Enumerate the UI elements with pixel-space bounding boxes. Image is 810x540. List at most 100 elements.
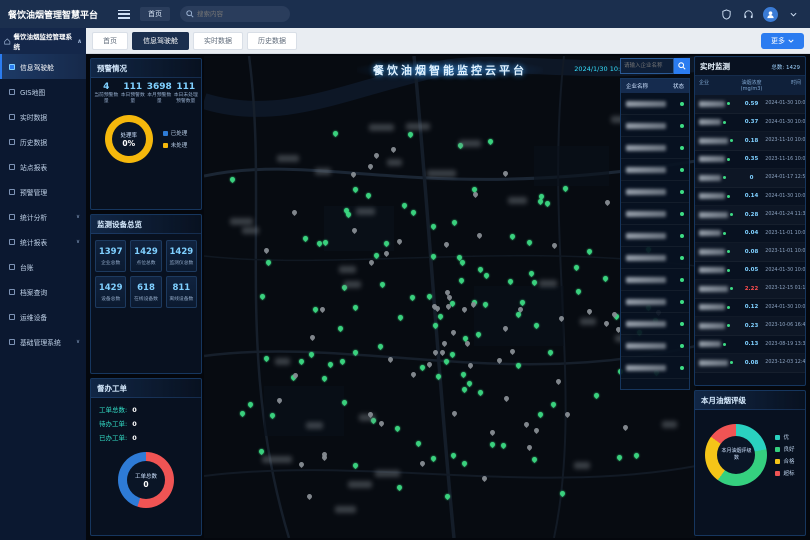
map-marker[interactable] — [558, 315, 565, 322]
sidebar-item[interactable]: 实时数据 — [0, 104, 86, 129]
map-marker[interactable] — [443, 241, 450, 248]
realtime-row[interactable]: 0.04 2023-11-01 10:02 — [695, 225, 805, 244]
map-marker[interactable] — [352, 462, 359, 469]
chevron-down-icon[interactable] — [786, 7, 800, 21]
map-marker[interactable] — [444, 493, 451, 500]
map-marker[interactable] — [558, 490, 565, 497]
map-marker[interactable] — [533, 322, 540, 329]
map-marker[interactable] — [397, 314, 404, 321]
map-marker[interactable] — [401, 202, 408, 209]
map-marker[interactable] — [633, 452, 640, 459]
map-marker[interactable] — [549, 401, 556, 408]
realtime-row[interactable]: 0.18 2023-11-10 10:05 — [695, 132, 805, 151]
map-marker[interactable] — [525, 444, 532, 451]
map-marker[interactable] — [247, 401, 254, 408]
map-marker[interactable] — [426, 361, 433, 368]
map-marker[interactable] — [451, 219, 458, 226]
realtime-row[interactable]: 2.22 2023-12-15 01:11:00 — [695, 280, 805, 299]
map-marker[interactable] — [379, 281, 386, 288]
map-marker[interactable] — [593, 392, 600, 399]
map-marker[interactable] — [466, 380, 473, 387]
map-marker[interactable] — [586, 248, 593, 255]
map-marker[interactable] — [265, 259, 272, 266]
company-row[interactable] — [621, 159, 689, 181]
map-marker[interactable] — [495, 357, 502, 364]
map-marker[interactable] — [483, 272, 490, 279]
map-marker[interactable] — [449, 351, 456, 358]
map-marker[interactable] — [302, 235, 309, 242]
page-tab[interactable]: 实时数据 — [193, 32, 243, 50]
map-marker[interactable] — [430, 223, 437, 230]
map-marker[interactable] — [319, 306, 326, 313]
headset-icon[interactable] — [741, 7, 755, 21]
home-breadcrumb-chip[interactable]: 首页 — [140, 7, 170, 21]
map-marker[interactable] — [451, 410, 458, 417]
sidebar-item[interactable]: 统计报表 ∨ — [0, 229, 86, 254]
sidebar-item[interactable]: 预警管理 — [0, 179, 86, 204]
global-search-input[interactable] — [197, 10, 284, 18]
map-marker[interactable] — [586, 308, 593, 315]
realtime-row[interactable]: 0.23 2023-10-06 16:46 — [695, 317, 805, 336]
map-marker[interactable] — [602, 275, 609, 282]
map-marker[interactable] — [351, 227, 358, 234]
map-marker[interactable] — [503, 395, 510, 402]
map-marker[interactable] — [373, 252, 380, 259]
realtime-row[interactable]: 0.08 2023-11-01 10:02 — [695, 243, 805, 262]
map-marker[interactable] — [564, 411, 571, 418]
sidebar-item[interactable]: 站点报表 — [0, 154, 86, 179]
company-row[interactable] — [621, 93, 689, 115]
map-marker[interactable] — [432, 322, 439, 329]
map-marker[interactable] — [263, 247, 270, 254]
map-marker[interactable] — [396, 484, 403, 491]
company-row[interactable] — [621, 247, 689, 269]
map-marker[interactable] — [482, 301, 489, 308]
map-marker[interactable] — [312, 306, 319, 313]
map-marker[interactable] — [396, 238, 403, 245]
map-marker[interactable] — [502, 325, 509, 332]
map-marker[interactable] — [352, 185, 359, 192]
map-marker[interactable] — [298, 461, 305, 468]
map-marker[interactable] — [477, 389, 484, 396]
map-marker[interactable] — [435, 373, 442, 380]
map-marker[interactable] — [309, 334, 316, 341]
map-marker[interactable] — [562, 185, 569, 192]
map-marker[interactable] — [461, 386, 468, 393]
more-button[interactable]: 更多 — [761, 33, 804, 49]
realtime-row[interactable]: 0.08 2023-12-03 12:47 — [695, 354, 805, 373]
realtime-row[interactable]: 0.05 2024-01-30 10:02 — [695, 262, 805, 281]
map-marker[interactable] — [450, 452, 457, 459]
map-marker[interactable] — [263, 355, 270, 362]
company-row[interactable] — [621, 291, 689, 313]
map-marker[interactable] — [489, 441, 496, 448]
map-marker[interactable] — [533, 426, 540, 433]
realtime-row[interactable]: 0.14 2024-01-30 10:02 — [695, 188, 805, 207]
map-marker[interactable] — [259, 293, 266, 300]
map-marker[interactable] — [409, 294, 416, 301]
sidebar-system-header[interactable]: 餐饮油烟监控管理系统 ∧ — [0, 28, 86, 54]
map-marker[interactable] — [415, 440, 422, 447]
map-marker[interactable] — [368, 259, 375, 266]
map-marker[interactable] — [555, 378, 562, 385]
map-marker[interactable] — [364, 192, 371, 199]
map-marker[interactable] — [500, 442, 507, 449]
map-marker[interactable] — [437, 313, 444, 320]
sidebar-item[interactable]: 基础管理系统 ∨ — [0, 329, 86, 354]
map-marker[interactable] — [377, 343, 384, 350]
company-row[interactable] — [621, 203, 689, 225]
realtime-row[interactable]: 0.13 2023-08-19 13:34 — [695, 336, 805, 355]
map-marker[interactable] — [518, 299, 525, 306]
company-row[interactable] — [621, 357, 689, 379]
map-marker[interactable] — [551, 242, 558, 249]
map-marker[interactable] — [575, 288, 582, 295]
map-marker[interactable] — [410, 371, 417, 378]
map-marker[interactable] — [394, 425, 401, 432]
map-marker[interactable] — [515, 362, 522, 369]
map-marker[interactable] — [390, 146, 397, 153]
map-marker[interactable] — [450, 329, 457, 336]
map-marker[interactable] — [502, 169, 509, 176]
company-row[interactable] — [621, 115, 689, 137]
map-marker[interactable] — [509, 233, 516, 240]
map-marker[interactable] — [464, 340, 471, 347]
realtime-row[interactable]: 0.12 2024-01-30 10:02 — [695, 299, 805, 318]
map-marker[interactable] — [419, 364, 426, 371]
